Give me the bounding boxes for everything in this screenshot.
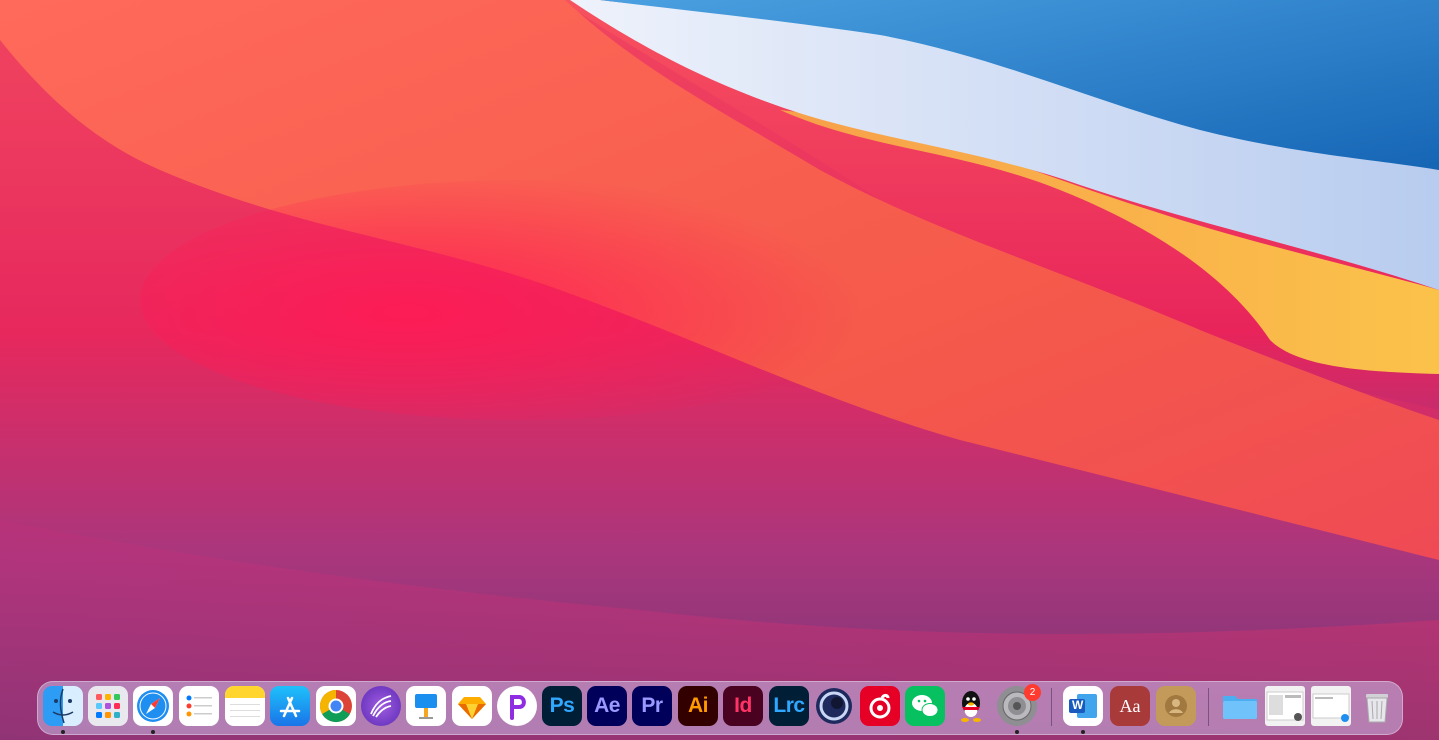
after-effects-label: Ae — [594, 694, 620, 717]
running-indicator — [1081, 730, 1085, 734]
contacts-icon[interactable] — [1156, 686, 1196, 726]
netease-music-icon[interactable] — [860, 686, 900, 726]
qq-penguin-icon[interactable] — [951, 686, 991, 726]
reminders-icon[interactable] — [179, 686, 219, 726]
trash-icon[interactable] — [1357, 686, 1397, 726]
cinema4d-icon[interactable] — [814, 686, 854, 726]
dock-separator — [1208, 688, 1209, 726]
sketch-icon[interactable] — [452, 686, 492, 726]
purple-wave-icon[interactable] — [361, 686, 401, 726]
running-indicator — [61, 730, 65, 734]
word-label: W — [1072, 698, 1084, 712]
photoshop-label: Ps — [549, 694, 575, 717]
word-icon[interactable]: W — [1063, 686, 1103, 726]
launchpad-icon[interactable] — [88, 686, 128, 726]
app-store-icon[interactable] — [270, 686, 310, 726]
running-indicator — [151, 730, 155, 734]
dictionary-icon[interactable]: Aa — [1110, 686, 1150, 726]
finder-icon[interactable] — [43, 686, 83, 726]
notification-badge: 2 — [1024, 684, 1041, 701]
safari-icon[interactable] — [133, 686, 173, 726]
lightroom-icon[interactable]: Lrc — [769, 686, 809, 726]
p-logo-icon[interactable] — [497, 686, 537, 726]
lightroom-label: Lrc — [773, 694, 805, 717]
desktop-wallpaper — [0, 0, 1439, 740]
dictionary-label: Aa — [1119, 695, 1141, 716]
screenshot-thumbnail-icon[interactable] — [1311, 686, 1351, 726]
premiere-label: Pr — [641, 694, 663, 717]
illustrator-label: Ai — [688, 694, 709, 717]
screenshot-thumbnail-icon[interactable] — [1265, 686, 1305, 726]
keynote-icon[interactable] — [406, 686, 446, 726]
wechat-icon[interactable] — [905, 686, 945, 726]
dock-separator — [1051, 688, 1052, 726]
indesign-icon[interactable]: Id — [723, 686, 763, 726]
chrome-icon[interactable] — [316, 686, 356, 726]
photoshop-icon[interactable]: Ps — [542, 686, 582, 726]
notes-icon[interactable] — [225, 686, 265, 726]
running-indicator — [1015, 730, 1019, 734]
folder-icon[interactable] — [1220, 686, 1260, 726]
premiere-icon[interactable]: Pr — [632, 686, 672, 726]
indesign-label: Id — [734, 694, 752, 717]
after-effects-icon[interactable]: Ae — [587, 686, 627, 726]
illustrator-icon[interactable]: Ai — [678, 686, 718, 726]
